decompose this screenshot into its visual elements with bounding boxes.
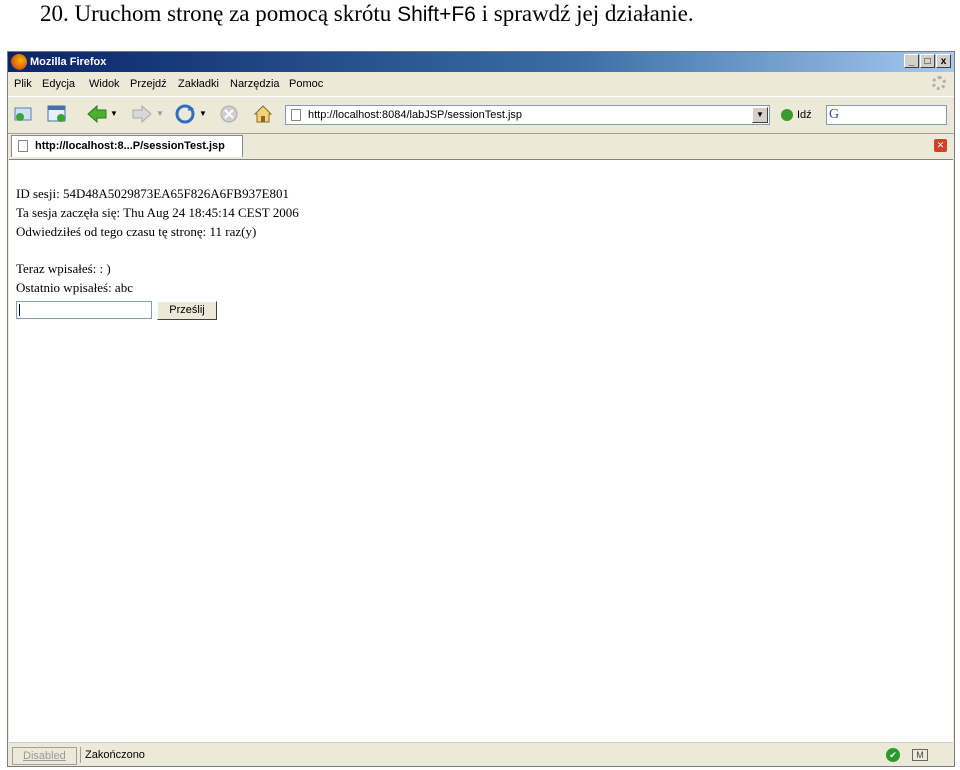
- tab-bar: http://localhost:8...P/sessionTest.jsp ✕: [8, 133, 954, 158]
- menu-widok[interactable]: Widok: [89, 74, 120, 94]
- page-icon: [18, 140, 28, 152]
- browser-window: Mozilla Firefox _ □ x Plik Edycja Widok …: [7, 51, 955, 767]
- menu-zakladki[interactable]: Zakładki: [178, 74, 219, 94]
- maximize-button[interactable]: □: [920, 54, 935, 68]
- reload-dropdown-icon[interactable]: ▼: [199, 109, 207, 118]
- now-typed-text: Teraz wpisałeś: : ): [16, 261, 111, 276]
- reload-icon[interactable]: [174, 103, 196, 125]
- instruction-caption: 20. Uruchom stronę za pomocą skrótu Shif…: [40, 0, 694, 29]
- caption-text-end: i sprawdź jej działanie.: [475, 1, 694, 26]
- menu-narzedzia[interactable]: Narzędzia: [230, 74, 280, 94]
- status-text: Zakończono: [80, 747, 145, 763]
- disabled-indicator[interactable]: Disabled: [12, 747, 77, 765]
- window-title: Mozilla Firefox: [30, 56, 107, 68]
- page-icon: [291, 109, 301, 121]
- forward-dropdown-icon[interactable]: ▼: [156, 109, 164, 118]
- forward-icon[interactable]: [131, 103, 153, 125]
- tab-title: http://localhost:8...P/sessionTest.jsp: [35, 140, 225, 152]
- close-tab-icon[interactable]: ✕: [934, 139, 947, 152]
- visit-count-text: Odwiedziłeś od tego czasu tę stronę: 11 …: [16, 224, 257, 239]
- home-icon[interactable]: [252, 103, 274, 125]
- new-tab-icon[interactable]: [13, 103, 35, 125]
- stop-icon[interactable]: [218, 103, 240, 125]
- go-icon: [781, 109, 793, 122]
- page-content: ID sesji: 54D48A5029873EA65F826A6FB937E8…: [9, 159, 953, 743]
- text-input[interactable]: [16, 301, 152, 319]
- menu-pomoc[interactable]: Pomoc: [289, 74, 323, 94]
- session-id-text: ID sesji: 54D48A5029873EA65F826A6FB937E8…: [16, 186, 290, 201]
- tab-session-test[interactable]: http://localhost:8...P/sessionTest.jsp: [11, 135, 243, 157]
- url-bar[interactable]: http://localhost:8084/labJSP/sessionTest…: [285, 105, 770, 125]
- navigation-toolbar: ▼ ▼ ▼ http://localhost:8084/labJSP/sessi…: [8, 96, 954, 133]
- google-search-icon[interactable]: G: [829, 107, 839, 123]
- mail-icon[interactable]: M: [912, 749, 928, 761]
- firefox-icon: [11, 54, 27, 70]
- text-caret: [19, 304, 20, 316]
- url-text[interactable]: http://localhost:8084/labJSP/sessionTest…: [308, 106, 522, 124]
- status-bar: Disabled Zakończono ✔ M: [8, 744, 954, 766]
- back-dropdown-icon[interactable]: ▼: [110, 109, 118, 118]
- session-start-text: Ta sesja zaczęła się: Thu Aug 24 18:45:1…: [16, 205, 299, 220]
- minimize-button[interactable]: _: [904, 54, 919, 68]
- check-icon[interactable]: ✔: [886, 748, 900, 762]
- menu-bar: Plik Edycja Widok Przejdź Zakładki Narzę…: [8, 74, 954, 94]
- caption-text-start: 20. Uruchom stronę za pomocą skrótu: [40, 1, 398, 26]
- submit-button[interactable]: Prześlij: [157, 301, 217, 320]
- window-controls: _ □ x: [904, 54, 951, 68]
- search-box[interactable]: G: [826, 105, 947, 125]
- throbber-icon: [932, 76, 946, 90]
- last-typed-text: Ostatnio wpisałeś: abc: [16, 280, 133, 295]
- go-label: Idź: [797, 109, 812, 121]
- go-button[interactable]: Idź: [781, 107, 812, 123]
- url-dropdown-icon[interactable]: ▼: [752, 107, 768, 123]
- new-window-icon[interactable]: [46, 103, 68, 125]
- back-icon[interactable]: [86, 103, 108, 125]
- close-button[interactable]: x: [936, 54, 951, 68]
- caption-shortcut: Shift+F6: [397, 3, 476, 26]
- menu-przejdz[interactable]: Przejdź: [130, 74, 167, 94]
- menu-edycja[interactable]: Edycja: [42, 74, 75, 94]
- menu-plik[interactable]: Plik: [14, 74, 32, 94]
- title-bar: Mozilla Firefox _ □ x: [8, 52, 954, 72]
